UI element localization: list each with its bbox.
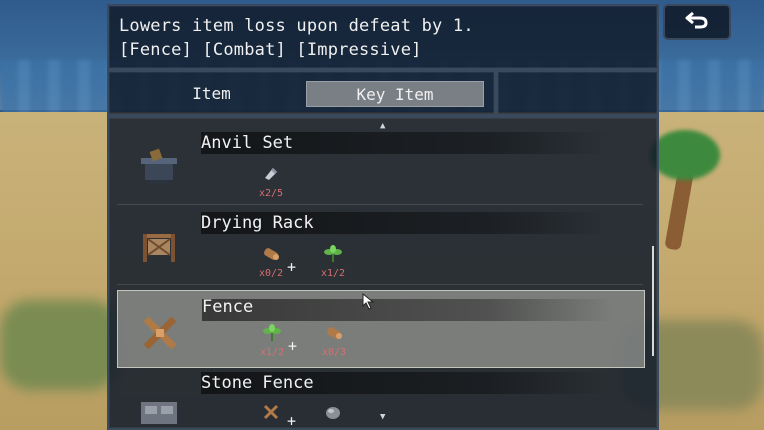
ingredient-count: x2/5	[258, 188, 284, 199]
description-tags: [Fence] [Combat] [Impressive]	[119, 40, 422, 60]
recipe-row-anvil-set[interactable]: Anvil Set x2/5	[117, 124, 643, 200]
tab-key-item[interactable]: Key Item	[306, 81, 484, 107]
ingredient-slot	[251, 402, 291, 426]
drying-rack-icon	[137, 224, 181, 268]
herb-icon	[323, 244, 343, 264]
back-button[interactable]	[663, 4, 731, 40]
ingredient-slot	[313, 402, 353, 426]
ingredient-slot: x0/3	[314, 323, 354, 358]
return-arrow-icon	[685, 11, 709, 33]
fence-icon	[138, 311, 182, 355]
crossed-sticks-icon	[261, 402, 281, 422]
scrollbar[interactable]	[652, 246, 654, 356]
description-text: Lowers item loss upon defeat by 1.	[119, 16, 474, 36]
plus-sign: +	[287, 412, 297, 430]
ingredient-slot: x2/5	[251, 164, 291, 199]
ingredient-slot: x1/2	[252, 323, 292, 358]
plus-sign: +	[288, 337, 298, 355]
tab-item[interactable]: Item	[119, 81, 304, 105]
ingredient-count: x0/3	[321, 347, 347, 358]
wood-log-icon	[324, 323, 344, 343]
item-description-window: Lowers item loss upon defeat by 1. [Fenc…	[107, 4, 659, 70]
recipe-name: Drying Rack	[201, 213, 314, 233]
stone-fence-icon	[137, 384, 181, 428]
category-tabs: Item Key Item	[107, 70, 496, 116]
wood-log-icon	[261, 244, 281, 264]
recipe-name: Fence	[202, 297, 254, 317]
ingredient-slot: x1/2	[313, 244, 353, 279]
scroll-down-arrow-icon[interactable]: ▼	[380, 412, 385, 422]
recipe-row-fence[interactable]: Fence x1/2 + x0/3	[117, 290, 645, 368]
ingot-icon	[261, 164, 281, 184]
anvil-icon	[137, 144, 181, 188]
recipe-name: Stone Fence	[201, 373, 314, 393]
recipe-list: ▲ Anvil Set x2/5 Drying Rack x0/2 + x1/2…	[107, 116, 659, 430]
plus-sign: +	[287, 258, 297, 276]
ingredient-count: x1/2	[320, 268, 346, 279]
stone-icon	[323, 402, 343, 422]
recipe-name: Anvil Set	[201, 133, 294, 153]
ingredient-slot: x0/2	[251, 244, 291, 279]
recipe-row-drying-rack[interactable]: Drying Rack x0/2 + x1/2	[117, 204, 643, 280]
herb-icon	[262, 323, 282, 343]
tabs-extra-panel	[496, 70, 659, 116]
ingredient-count: x1/2	[259, 347, 285, 358]
ingredient-count: x0/2	[258, 268, 284, 279]
hand-cursor-icon	[360, 292, 378, 316]
